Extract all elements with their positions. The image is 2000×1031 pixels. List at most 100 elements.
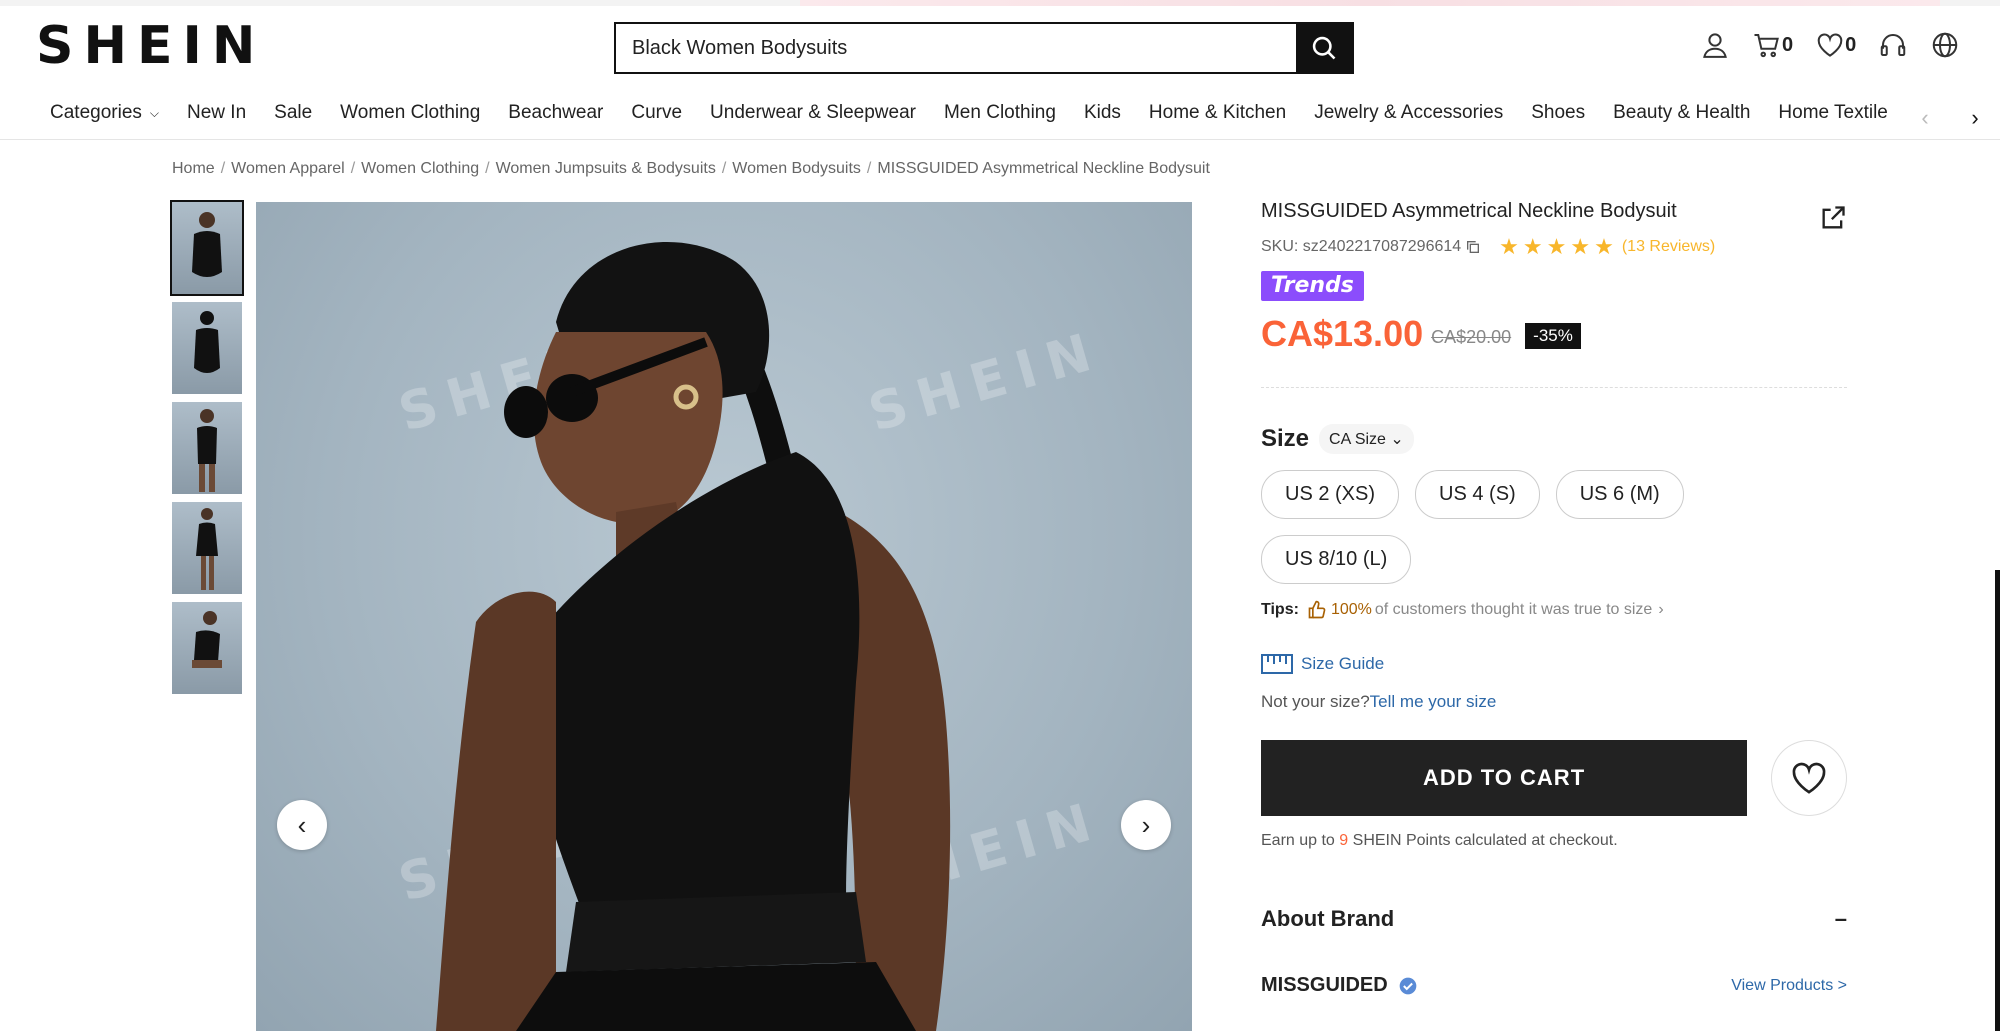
search-input[interactable] [616,24,1296,72]
nav-sale[interactable]: Sale [274,102,312,124]
fit-tips[interactable]: Tips: 100% of customers thought it was t… [1261,600,1847,620]
chevron-right-icon: › [1658,601,1664,618]
crumb-women-bodysuits[interactable]: Women Bodysuits [732,160,861,178]
nav-kids[interactable]: Kids [1084,102,1121,124]
size-option-l[interactable]: US 8/10 (L) [1261,535,1412,584]
tell-me-size-link[interactable]: Tell me your size [1370,692,1497,711]
star-icon: ★ [1522,234,1543,259]
chevron-down-icon: ⌄ [1390,431,1404,448]
brand-row: MISSGUIDED View Products > [1261,974,1847,997]
chevron-down-icon: ⌵ [149,105,159,120]
cart-icon [1754,34,1779,58]
ruler-icon [1261,654,1293,674]
nav-home-kitchen[interactable]: Home & Kitchen [1149,102,1286,124]
product-info-panel: MISSGUIDED Asymmetrical Neckline Bodysui… [1261,200,1847,997]
size-option-s[interactable]: US 4 (S) [1415,470,1540,519]
account-button[interactable] [1700,30,1730,60]
crumb-home[interactable]: Home [172,160,215,178]
tips-text: of customers thought it was true to size [1374,601,1653,618]
star-icon: ★ [1594,234,1614,259]
nav-shoes[interactable]: Shoes [1531,102,1585,124]
nav-jewelry-accessories[interactable]: Jewelry & Accessories [1314,102,1503,124]
nav-underwear-sleepwear[interactable]: Underwear & Sleepwear [710,102,916,124]
nav-men-clothing[interactable]: Men Clothing [944,102,1056,124]
crumb-current: MISSGUIDED Asymmetrical Neckline Bodysui… [877,160,1210,177]
breadcrumb: Home / Women Apparel / Women Clothing / Wom… [172,160,1210,178]
product-thumbnail-image [196,508,218,590]
nav-beachwear[interactable]: Beachwear [508,102,603,124]
not-your-size: Not your size?Tell me your size [1261,692,1497,711]
current-price: CA$13.00 [1261,313,1424,354]
thumbnail-4[interactable] [172,502,242,594]
nav-women-clothing[interactable]: Women Clothing [340,102,480,124]
search-bar[interactable] [614,22,1354,74]
star-icon: ★ [1546,234,1567,259]
nav-new-in[interactable]: New In [187,102,246,124]
search-button[interactable] [1296,24,1352,72]
product-thumbnail-image [192,611,222,668]
sku-text: SKU: sz2402217087296614 [1261,238,1462,255]
share-icon [1822,206,1845,229]
size-option-xs[interactable]: US 2 (XS) [1261,470,1400,519]
cart-count: 0 [1782,33,1794,56]
thumbnail-1[interactable] [170,200,244,296]
thumbnail-5[interactable] [172,602,242,694]
search-icon [1312,36,1336,60]
add-to-wishlist-button[interactable] [1771,740,1847,816]
tips-percentage: 100% [1330,601,1372,618]
size-option-m[interactable]: US 6 (M) [1555,470,1684,519]
cart-button[interactable]: 0 [1752,30,1793,60]
reviews-link[interactable]: (13 Reviews) [1622,238,1715,256]
star-icon: ★ [1499,234,1519,259]
view-products-link[interactable]: View Products > [1731,977,1847,995]
crumb-women-apparel[interactable]: Women Apparel [231,160,345,178]
size-guide-link[interactable]: Size Guide [1261,654,1847,674]
top-banner-strip [0,0,2000,6]
heart-icon [1792,762,1826,794]
size-options: US 2 (XS) US 4 (S) US 6 (M) US 8/10 (L) [1261,470,1821,600]
shein-logo[interactable]: SHEIN [36,20,265,72]
rating-stars: ★ ★ ★ ★ ★ [1499,234,1618,259]
add-to-cart-button[interactable]: ADD TO CART [1261,740,1748,816]
copy-icon[interactable] [1465,239,1481,255]
image-prev-button[interactable]: ‹ [277,800,327,850]
points-value: 9 [1339,832,1349,849]
share-button[interactable] [1819,204,1847,237]
main-product-image[interactable]: SHEIN SHEIN SHEIN SHEIN ‹ › [256,202,1192,1031]
image-next-button[interactable]: › [1121,800,1171,850]
headset-icon [1881,34,1906,56]
verified-badge-icon [1399,977,1417,994]
nav-home-textile[interactable]: Home Textile [1778,102,1887,124]
nav-prev-icon[interactable]: ‹ [1921,105,1928,131]
nav-curve[interactable]: Curve [631,102,682,124]
product-title: MISSGUIDED Asymmetrical Neckline Bodysui… [1261,200,1677,222]
nav-beauty-health[interactable]: Beauty & Health [1613,102,1750,124]
support-button[interactable] [1878,30,1908,60]
nav-next-icon[interactable]: › [1971,105,1978,131]
collapse-icon[interactable]: – [1835,906,1847,932]
heart-icon [1817,33,1843,57]
user-icon [1703,33,1727,58]
thumbnail-3[interactable] [172,402,242,494]
size-system-select[interactable]: CA Size ⌄ [1319,424,1414,454]
crumb-women-clothing[interactable]: Women Clothing [361,160,479,178]
model-illustration [436,242,951,1031]
size-label: Size [1261,425,1310,452]
page-scrollbar[interactable] [1995,570,2000,1031]
crumb-jumpsuits-bodysuits[interactable]: Women Jumpsuits & Bodysuits [496,160,716,178]
wishlist-count: 0 [1845,33,1857,56]
thumbnail-2[interactable] [172,302,242,394]
chevron-right-icon: › [1141,809,1151,840]
brand-name[interactable]: MISSGUIDED [1261,974,1388,997]
thumbs-up-icon [1308,600,1326,619]
nav-categories[interactable]: Categories ⌵ [50,102,159,124]
wishlist-button[interactable]: 0 [1815,30,1856,60]
original-price: CA$20.00 [1431,326,1512,347]
divider [1261,387,1847,388]
points-info: Earn up to 9 SHEIN Points calculated at … [1261,832,1618,849]
category-nav: Categories ⌵ New In Sale Women Clothing B… [0,96,2000,140]
about-brand-header[interactable]: About Brand – [1261,906,1847,932]
trends-badge[interactable]: Trends [1261,271,1364,301]
language-button[interactable] [1930,30,1960,60]
globe-icon [1933,32,1958,58]
